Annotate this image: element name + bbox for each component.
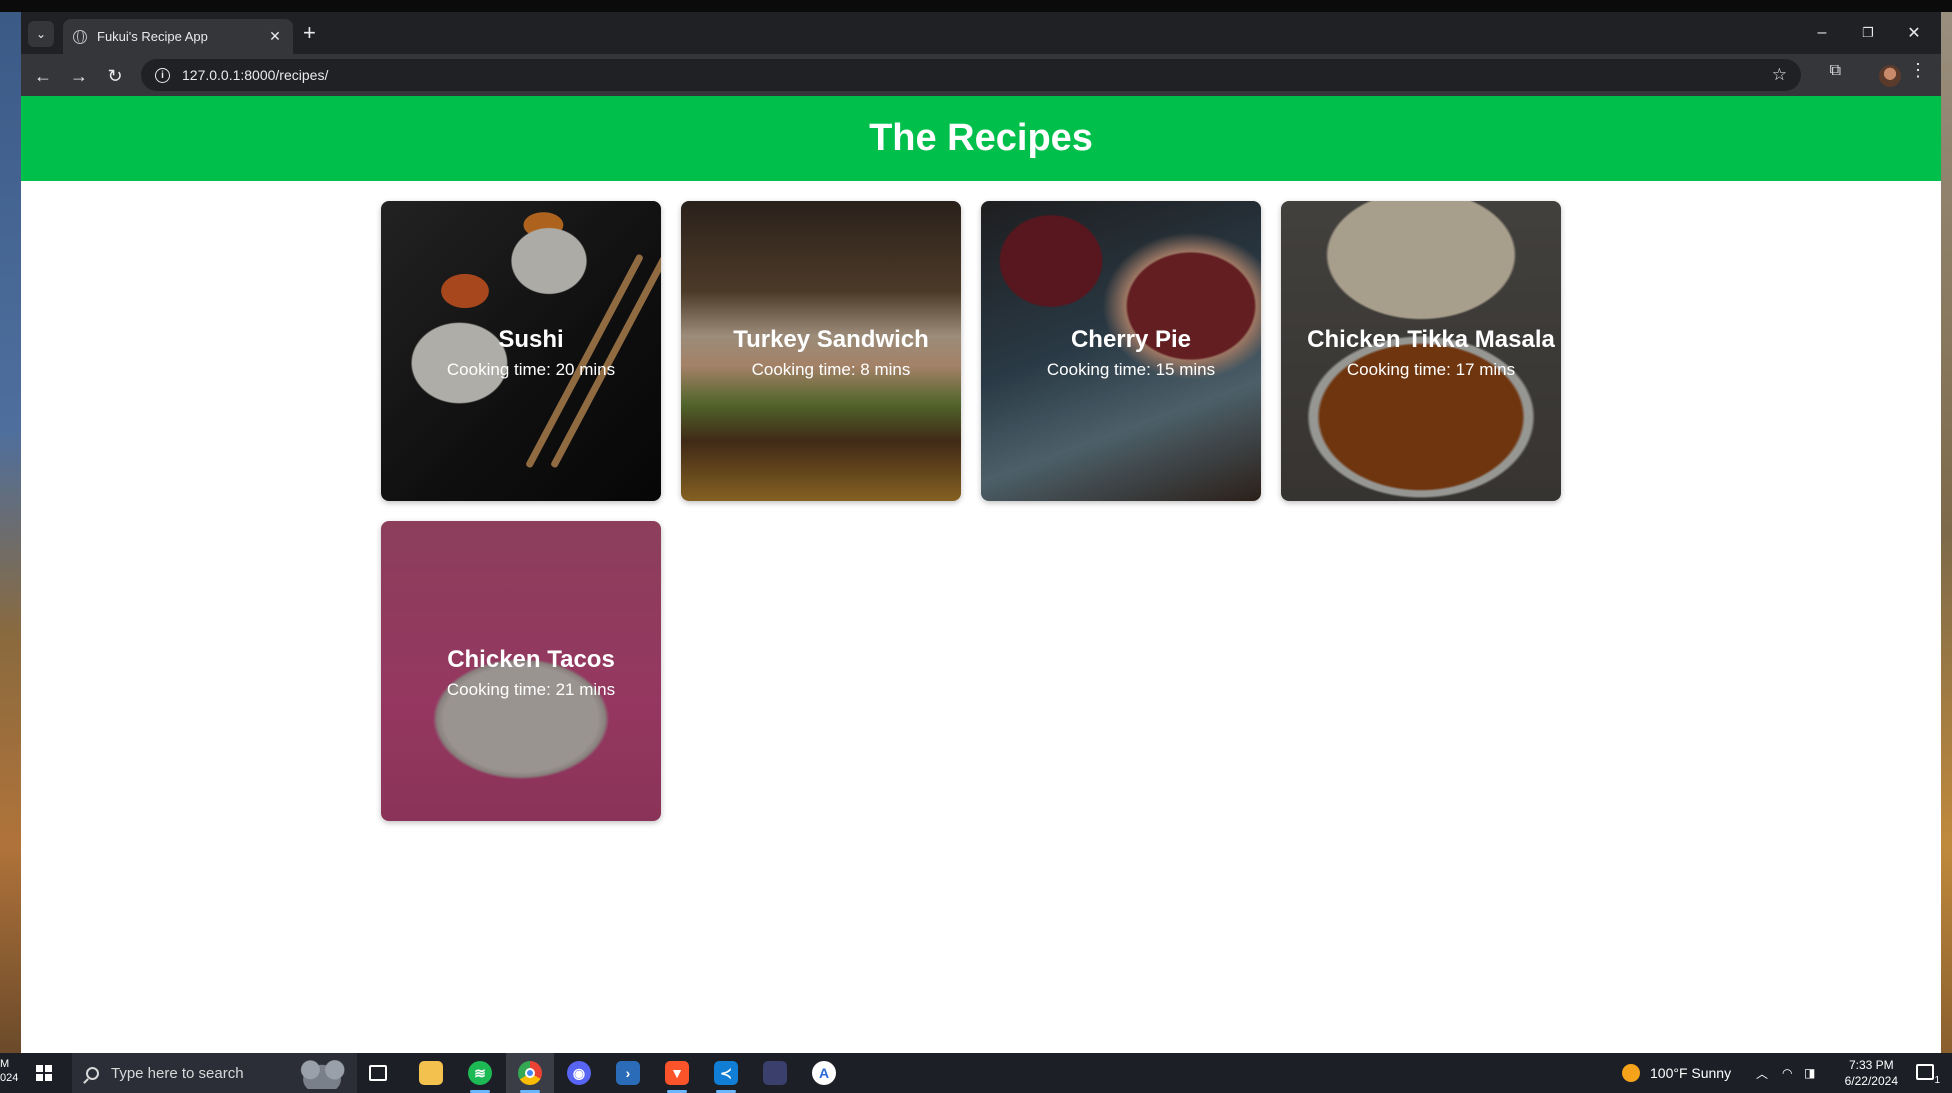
- tab-search-chevron-icon[interactable]: ⌄: [28, 21, 54, 47]
- spotify-icon[interactable]: ≋: [468, 1061, 492, 1093]
- search-highlight-koala-icon: [293, 1057, 351, 1089]
- app-store-icon[interactable]: A: [812, 1061, 836, 1085]
- taskbar-search-box[interactable]: Type here to search: [72, 1053, 357, 1093]
- desktop-wallpaper-right: [1941, 12, 1952, 1053]
- edge-text-line-2: 024: [0, 1072, 19, 1084]
- tab-close-icon[interactable]: ✕: [267, 28, 283, 45]
- globe-icon: [73, 29, 87, 44]
- recipe-card-sushi[interactable]: Sushi Cooking time: 20 mins: [381, 201, 661, 501]
- menu-kebab-icon[interactable]: ⋮: [1909, 60, 1927, 81]
- recipe-card-cherry-pie[interactable]: Cherry Pie Cooking time: 15 mins: [981, 201, 1261, 501]
- recipe-cooking-time: Cooking time: 17 mins: [1346, 360, 1516, 379]
- tab-title: Fukui's Recipe App: [97, 29, 208, 44]
- desktop-wallpaper-left: [0, 12, 21, 1053]
- network-icon[interactable]: ◠: [1782, 1053, 1792, 1093]
- site-info-icon[interactable]: i: [155, 67, 170, 83]
- app-window-icon[interactable]: [763, 1061, 787, 1085]
- new-tab-button[interactable]: +: [303, 22, 316, 44]
- search-placeholder: Type here to search: [111, 1064, 244, 1082]
- notification-count: 1: [1934, 1075, 1940, 1086]
- page-title: The Recipes: [869, 117, 1093, 159]
- discord-icon[interactable]: ◉: [567, 1061, 591, 1085]
- tab-recipe-app[interactable]: Fukui's Recipe App ✕: [63, 19, 293, 54]
- sun-icon: [1622, 1064, 1640, 1082]
- address-bar[interactable]: i 127.0.0.1:8000/recipes/ ☆: [141, 59, 1801, 91]
- recipe-name: Chicken Tikka Masala: [1307, 326, 1555, 353]
- recipe-name: Chicken Tacos: [447, 646, 615, 673]
- minimize-button[interactable]: –: [1799, 12, 1845, 54]
- url-text: 127.0.0.1:8000/recipes/: [182, 67, 329, 83]
- recipe-name: Sushi: [498, 326, 564, 353]
- volume-icon[interactable]: ◨: [1804, 1053, 1815, 1093]
- clock-time: 7:33 PM: [1848, 1058, 1894, 1072]
- recipe-cooking-time: Cooking time: 15 mins: [1046, 360, 1216, 379]
- reload-icon[interactable]: ↻: [101, 62, 129, 90]
- task-view-icon[interactable]: [369, 1065, 387, 1081]
- recipe-card-chicken-tacos[interactable]: Chicken Tacos Cooking time: 21 mins: [381, 521, 661, 821]
- browser-toolbar: ← → ↻ i 127.0.0.1:8000/recipes/ ☆ ⧉ ⋮: [21, 54, 1941, 96]
- page-header: The Recipes: [21, 96, 1941, 181]
- recipe-cooking-time: Cooking time: 8 mins: [751, 360, 911, 379]
- recipe-cooking-time: Cooking time: 20 mins: [446, 360, 616, 379]
- tab-strip: ⌄ Fukui's Recipe App ✕ + – ❐ ✕: [21, 12, 1941, 54]
- taskbar-clock[interactable]: 7:33 PM 6/22/2024: [1845, 1057, 1898, 1089]
- recipe-name: Turkey Sandwich: [733, 326, 929, 353]
- taskbar-edge-text: M 024: [0, 1057, 18, 1085]
- brave-icon[interactable]: ▼: [665, 1061, 689, 1093]
- weather-widget[interactable]: 100°F Sunny: [1622, 1053, 1731, 1093]
- profile-avatar[interactable]: [1879, 65, 1901, 87]
- clock-date: 6/22/2024: [1844, 1074, 1898, 1088]
- tray-chevron-up-icon[interactable]: ︿: [1756, 1053, 1768, 1093]
- search-icon: [86, 1066, 99, 1080]
- notification-center-icon[interactable]: [1916, 1064, 1934, 1080]
- extensions-puzzle-icon[interactable]: ⧉: [1830, 62, 1841, 80]
- recipes-page: The Recipes Sushi Cooking time: 20 mins …: [21, 96, 1941, 1053]
- windows-taskbar: M 024 Type here to search ≋ ◉ › ▼ ≺ A 10…: [0, 1053, 1952, 1093]
- weather-text: 100°F Sunny: [1650, 1065, 1732, 1081]
- forward-arrow-icon[interactable]: →: [65, 62, 93, 90]
- windows-start-icon[interactable]: [36, 1065, 52, 1081]
- back-arrow-icon[interactable]: ←: [29, 62, 57, 90]
- file-explorer-icon[interactable]: [419, 1061, 443, 1085]
- chrome-icon[interactable]: [518, 1061, 542, 1093]
- powershell-icon[interactable]: ›: [616, 1061, 640, 1085]
- recipe-cooking-time: Cooking time: 21 mins: [446, 680, 616, 699]
- recipe-card-turkey-sandwich[interactable]: Turkey Sandwich Cooking time: 8 mins: [681, 201, 961, 501]
- close-window-button[interactable]: ✕: [1891, 12, 1937, 54]
- restore-button[interactable]: ❐: [1845, 12, 1891, 54]
- browser-window: ⌄ Fukui's Recipe App ✕ + – ❐ ✕ ← → ↻ i 1…: [21, 12, 1941, 1053]
- edge-text-line-1: M: [0, 1058, 10, 1070]
- bookmark-star-icon[interactable]: ☆: [1772, 65, 1787, 85]
- recipe-name: Cherry Pie: [1070, 326, 1192, 353]
- vscode-icon[interactable]: ≺: [714, 1061, 738, 1093]
- recipe-card-chicken-tikka-masala[interactable]: Chicken Tikka Masala Cooking time: 17 mi…: [1281, 201, 1561, 501]
